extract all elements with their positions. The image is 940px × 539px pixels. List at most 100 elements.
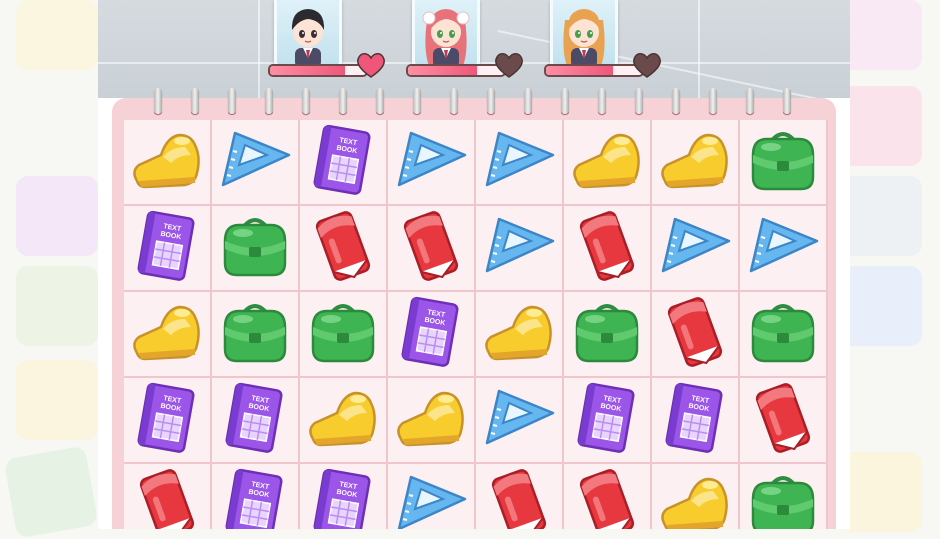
- board-cell[interactable]: [212, 120, 300, 206]
- hp-bar: [544, 64, 644, 77]
- board-cell[interactable]: [740, 206, 828, 292]
- eraser-icon[interactable]: [127, 467, 207, 529]
- ruler-icon[interactable]: [479, 383, 559, 458]
- board-cell[interactable]: [564, 292, 652, 378]
- shoe-icon[interactable]: [127, 297, 207, 372]
- textbook-icon[interactable]: TEXT BOOK: [391, 295, 471, 374]
- eraser-icon[interactable]: [655, 295, 735, 374]
- board-cell[interactable]: [652, 120, 740, 206]
- binder-ring: [154, 88, 162, 114]
- eraser-icon[interactable]: [303, 209, 383, 288]
- board-cell[interactable]: [476, 120, 564, 206]
- shoe-icon[interactable]: [655, 125, 735, 200]
- binder-ring: [228, 88, 236, 114]
- board-cell[interactable]: [300, 292, 388, 378]
- board-cell[interactable]: [388, 464, 476, 529]
- eraser-icon[interactable]: [567, 209, 647, 288]
- board-cell[interactable]: TEXT BOOK: [564, 378, 652, 464]
- backpack-icon[interactable]: [743, 297, 823, 372]
- eraser-icon[interactable]: [567, 467, 647, 529]
- board-cell[interactable]: [652, 464, 740, 529]
- board-cell[interactable]: [740, 120, 828, 206]
- binder-ring: [746, 88, 754, 114]
- board-cell[interactable]: TEXT BOOK: [124, 206, 212, 292]
- backpack-icon[interactable]: [567, 297, 647, 372]
- binder-ring: [302, 88, 310, 114]
- textbook-icon[interactable]: TEXT BOOK: [127, 209, 207, 288]
- board-cell[interactable]: [564, 120, 652, 206]
- heart-icon: [494, 52, 524, 83]
- board-cell[interactable]: [124, 464, 212, 529]
- textbook-icon[interactable]: TEXT BOOK: [215, 467, 295, 529]
- board-cell[interactable]: [476, 378, 564, 464]
- textbook-icon[interactable]: TEXT BOOK: [303, 467, 383, 529]
- shoe-icon[interactable]: [479, 297, 559, 372]
- board-cell[interactable]: TEXT BOOK: [212, 464, 300, 529]
- board-cell[interactable]: [476, 206, 564, 292]
- binder-ring: [376, 88, 384, 114]
- board-cell[interactable]: [388, 378, 476, 464]
- board-cell[interactable]: [300, 378, 388, 464]
- textbook-icon[interactable]: TEXT BOOK: [127, 381, 207, 460]
- character-portrait-orange-haired-girl[interactable]: [550, 0, 618, 71]
- backpack-icon[interactable]: [743, 469, 823, 529]
- board-cell[interactable]: [740, 464, 828, 529]
- board-cell[interactable]: [476, 464, 564, 529]
- shoe-icon[interactable]: [567, 125, 647, 200]
- side-tile-right-2: [840, 86, 922, 166]
- ruler-icon[interactable]: [391, 125, 471, 200]
- board-cell[interactable]: [124, 292, 212, 378]
- board-cell[interactable]: [124, 120, 212, 206]
- character-portrait-dark-haired-boy[interactable]: [274, 0, 342, 71]
- side-tile-left-2: [16, 176, 98, 256]
- board-cell[interactable]: [564, 464, 652, 529]
- eraser-icon[interactable]: [391, 209, 471, 288]
- side-tile-right-1: [840, 0, 922, 70]
- binder-ring: [561, 88, 569, 114]
- board-cell[interactable]: [300, 206, 388, 292]
- shoe-icon[interactable]: [303, 383, 383, 458]
- textbook-icon[interactable]: TEXT BOOK: [567, 381, 647, 460]
- ruler-icon[interactable]: [215, 125, 295, 200]
- board-cell[interactable]: [212, 292, 300, 378]
- shoe-icon[interactable]: [655, 469, 735, 529]
- ruler-icon[interactable]: [391, 469, 471, 529]
- ruler-icon[interactable]: [479, 125, 559, 200]
- puzzle-board: TEXT BOOK TEXT BOOK TEXT BOOK TEXT BOOK …: [124, 120, 828, 529]
- eraser-icon[interactable]: [479, 467, 559, 529]
- backpack-icon[interactable]: [215, 211, 295, 286]
- board-cell[interactable]: [740, 378, 828, 464]
- heart-icon: [632, 52, 662, 83]
- board-cell[interactable]: [652, 206, 740, 292]
- board-cell[interactable]: TEXT BOOK: [388, 292, 476, 378]
- board-cell[interactable]: TEXT BOOK: [300, 120, 388, 206]
- board-cell[interactable]: [564, 206, 652, 292]
- board-cell[interactable]: TEXT BOOK: [300, 464, 388, 529]
- eraser-icon[interactable]: [743, 381, 823, 460]
- backpack-icon[interactable]: [303, 297, 383, 372]
- character-portrait-pink-haired-girl[interactable]: [412, 0, 480, 71]
- shoe-icon[interactable]: [127, 125, 207, 200]
- board-cell[interactable]: [740, 292, 828, 378]
- textbook-icon[interactable]: TEXT BOOK: [215, 381, 295, 460]
- board-cell[interactable]: [388, 206, 476, 292]
- hp-bar: [268, 64, 368, 77]
- board-cell[interactable]: [212, 206, 300, 292]
- board-cell[interactable]: [388, 120, 476, 206]
- textbook-icon[interactable]: TEXT BOOK: [655, 381, 735, 460]
- board-cell[interactable]: TEXT BOOK: [212, 378, 300, 464]
- backpack-icon[interactable]: [215, 297, 295, 372]
- shoe-icon[interactable]: [391, 383, 471, 458]
- ruler-icon[interactable]: [479, 211, 559, 286]
- textbook-icon[interactable]: TEXT BOOK: [303, 123, 383, 202]
- board-cell[interactable]: TEXT BOOK: [124, 378, 212, 464]
- board-cell[interactable]: TEXT BOOK: [652, 378, 740, 464]
- board-cell[interactable]: [652, 292, 740, 378]
- board-cell[interactable]: [476, 292, 564, 378]
- binder-ring: [265, 88, 273, 114]
- backpack-icon[interactable]: [743, 125, 823, 200]
- ruler-icon[interactable]: [655, 211, 735, 286]
- side-tile-right-4: [840, 266, 922, 346]
- ruler-icon[interactable]: [743, 211, 823, 286]
- side-tile-right-3: [840, 176, 922, 256]
